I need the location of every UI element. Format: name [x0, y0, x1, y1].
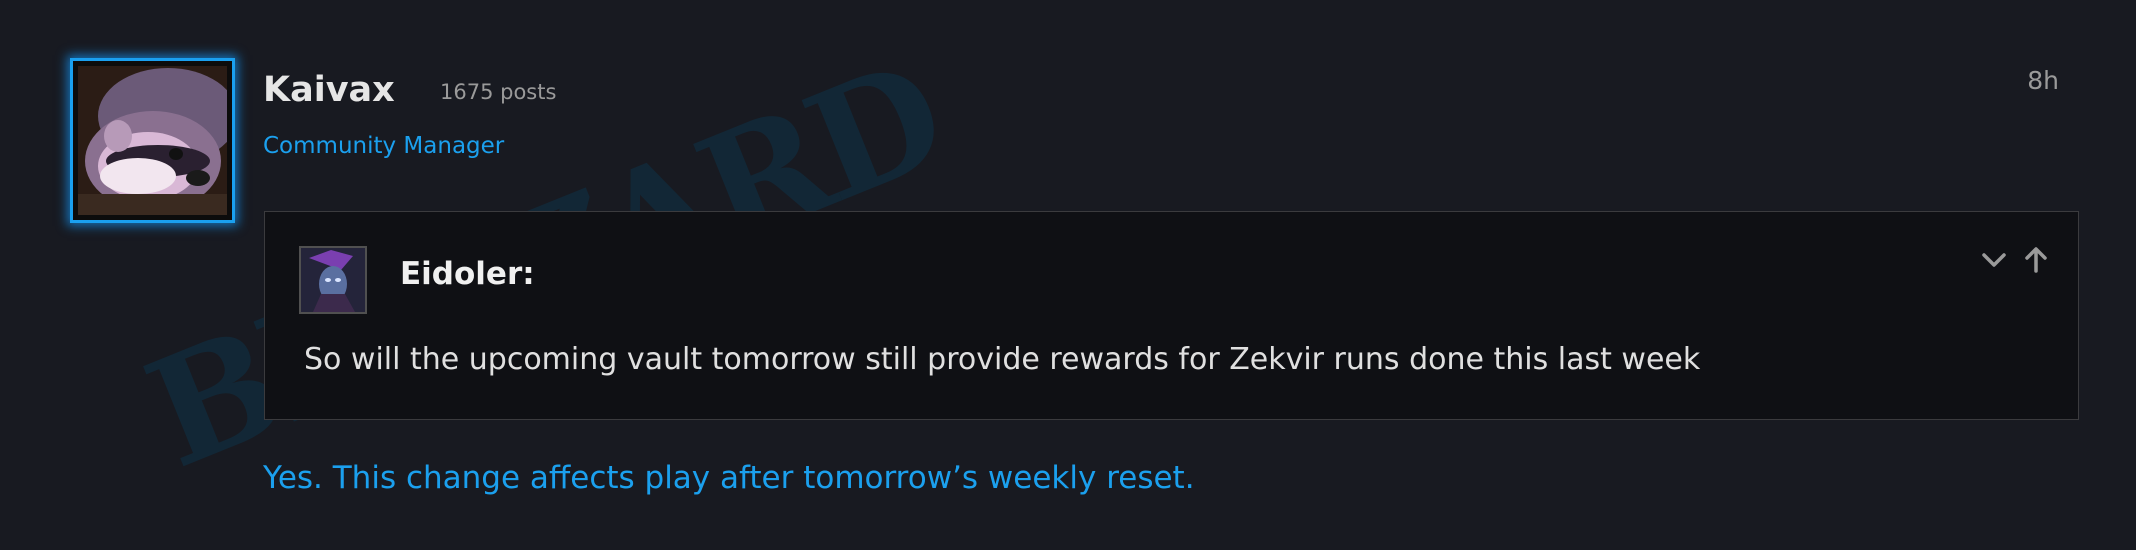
reply-text: Yes. This change affects play after tomo… — [263, 460, 1195, 496]
quote-text: So will the upcoming vault tomorrow stil… — [304, 342, 1701, 377]
forum-post: BLIZZARD Kaivax 1675 posts Community Man… — [0, 0, 2136, 550]
chevron-down-icon[interactable] — [1980, 246, 2008, 274]
quote-block: Eidoler: So will the upcoming vault tomo… — [264, 211, 2079, 420]
quote-author-avatar[interactable] — [299, 246, 367, 314]
post-time[interactable]: 8h — [2027, 66, 2059, 95]
username[interactable]: Kaivax — [263, 70, 395, 110]
user-title: Community Manager — [263, 133, 505, 159]
quote-author-name[interactable]: Eidoler: — [400, 256, 535, 292]
arrow-up-icon[interactable] — [2022, 246, 2050, 274]
raccoon-avatar-image — [78, 66, 227, 215]
user-avatar[interactable] — [70, 58, 235, 223]
quote-controls — [1980, 246, 2050, 274]
post-count: 1675 posts — [440, 80, 557, 104]
